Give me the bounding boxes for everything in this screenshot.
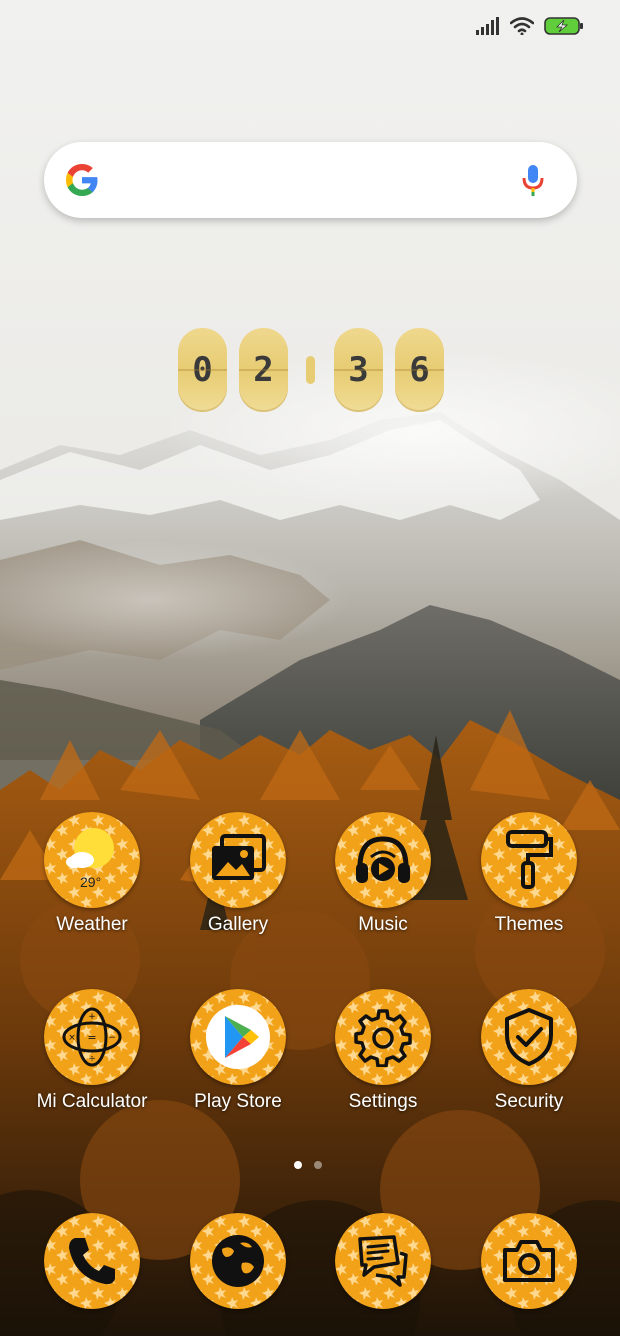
- calculator-icon-tile: + ÷ × − =: [44, 989, 140, 1085]
- dock-browser[interactable]: [168, 1213, 308, 1336]
- messages-icon: [358, 1235, 408, 1287]
- settings-icon-tile: [335, 989, 431, 1085]
- app-label: Security: [494, 1091, 564, 1112]
- calculator-icon: + ÷ × − =: [62, 1007, 122, 1067]
- app-label: Themes: [494, 914, 564, 935]
- camera-icon-tile: [481, 1213, 577, 1309]
- clock-minute-tens: 3: [334, 328, 383, 412]
- app-label: Gallery: [207, 914, 269, 935]
- weather-temperature: 29°: [80, 874, 102, 890]
- app-themes[interactable]: Themes: [459, 812, 599, 942]
- app-security[interactable]: Security: [459, 989, 599, 1119]
- signal-icon: [476, 17, 499, 35]
- clock-widget[interactable]: 0 2 3 6: [178, 328, 444, 412]
- messages-icon-tile: [335, 1213, 431, 1309]
- svg-text:+: +: [88, 1012, 96, 1022]
- app-label: Mi Calculator: [36, 1091, 148, 1112]
- security-icon-tile: [481, 989, 577, 1085]
- clock-separator: [306, 356, 315, 384]
- dock-messages[interactable]: [313, 1213, 453, 1336]
- app-mi-calculator[interactable]: + ÷ × − = Mi Calculator: [22, 989, 162, 1119]
- page-dot-active[interactable]: [294, 1161, 302, 1169]
- sun-cloud-icon: [66, 828, 114, 868]
- app-label: Play Store: [194, 1091, 282, 1112]
- camera-icon: [503, 1240, 555, 1282]
- svg-text:÷: ÷: [88, 1054, 96, 1064]
- paint-roller-icon: [506, 830, 553, 889]
- battery-charging-icon: [544, 17, 583, 35]
- app-play-store[interactable]: Play Store: [168, 989, 308, 1119]
- phone-icon-tile: [44, 1213, 140, 1309]
- image-stack-icon: [212, 834, 266, 880]
- phone-icon: [69, 1238, 115, 1285]
- google-search-bar[interactable]: [44, 142, 577, 218]
- app-settings[interactable]: Settings: [313, 989, 453, 1119]
- play-store-icon: [206, 1005, 270, 1069]
- page-indicator[interactable]: [294, 1161, 322, 1169]
- app-gallery[interactable]: Gallery: [168, 812, 308, 942]
- google-logo-icon: [66, 164, 98, 196]
- headphones-icon: [356, 836, 410, 883]
- svg-text:=: =: [87, 1031, 96, 1044]
- gallery-icon-tile: [190, 812, 286, 908]
- app-label: Music: [358, 914, 408, 935]
- weather-icon-tile: 29°: [44, 812, 140, 908]
- status-bar: [0, 0, 620, 58]
- app-weather[interactable]: 29° Weather: [22, 812, 162, 942]
- play-store-icon-tile: [190, 989, 286, 1085]
- music-icon-tile: [335, 812, 431, 908]
- dock-phone[interactable]: [22, 1213, 162, 1336]
- svg-text:−: −: [108, 1033, 116, 1043]
- globe-icon: [212, 1235, 264, 1287]
- dock-camera[interactable]: [459, 1213, 599, 1336]
- wifi-icon: [510, 17, 534, 35]
- app-music[interactable]: Music: [313, 812, 453, 942]
- page-dot[interactable]: [314, 1161, 322, 1169]
- themes-icon-tile: [481, 812, 577, 908]
- gear-icon: [354, 1009, 412, 1067]
- browser-icon-tile: [190, 1213, 286, 1309]
- clock-hour-ones: 2: [239, 328, 288, 412]
- shield-check-icon: [505, 1008, 553, 1066]
- app-label: Weather: [56, 914, 128, 935]
- clock-hour-tens: 0: [178, 328, 227, 412]
- microphone-icon[interactable]: [517, 163, 549, 197]
- app-label: Settings: [348, 1091, 418, 1112]
- clock-minute-ones: 6: [395, 328, 444, 412]
- svg-text:×: ×: [68, 1033, 76, 1043]
